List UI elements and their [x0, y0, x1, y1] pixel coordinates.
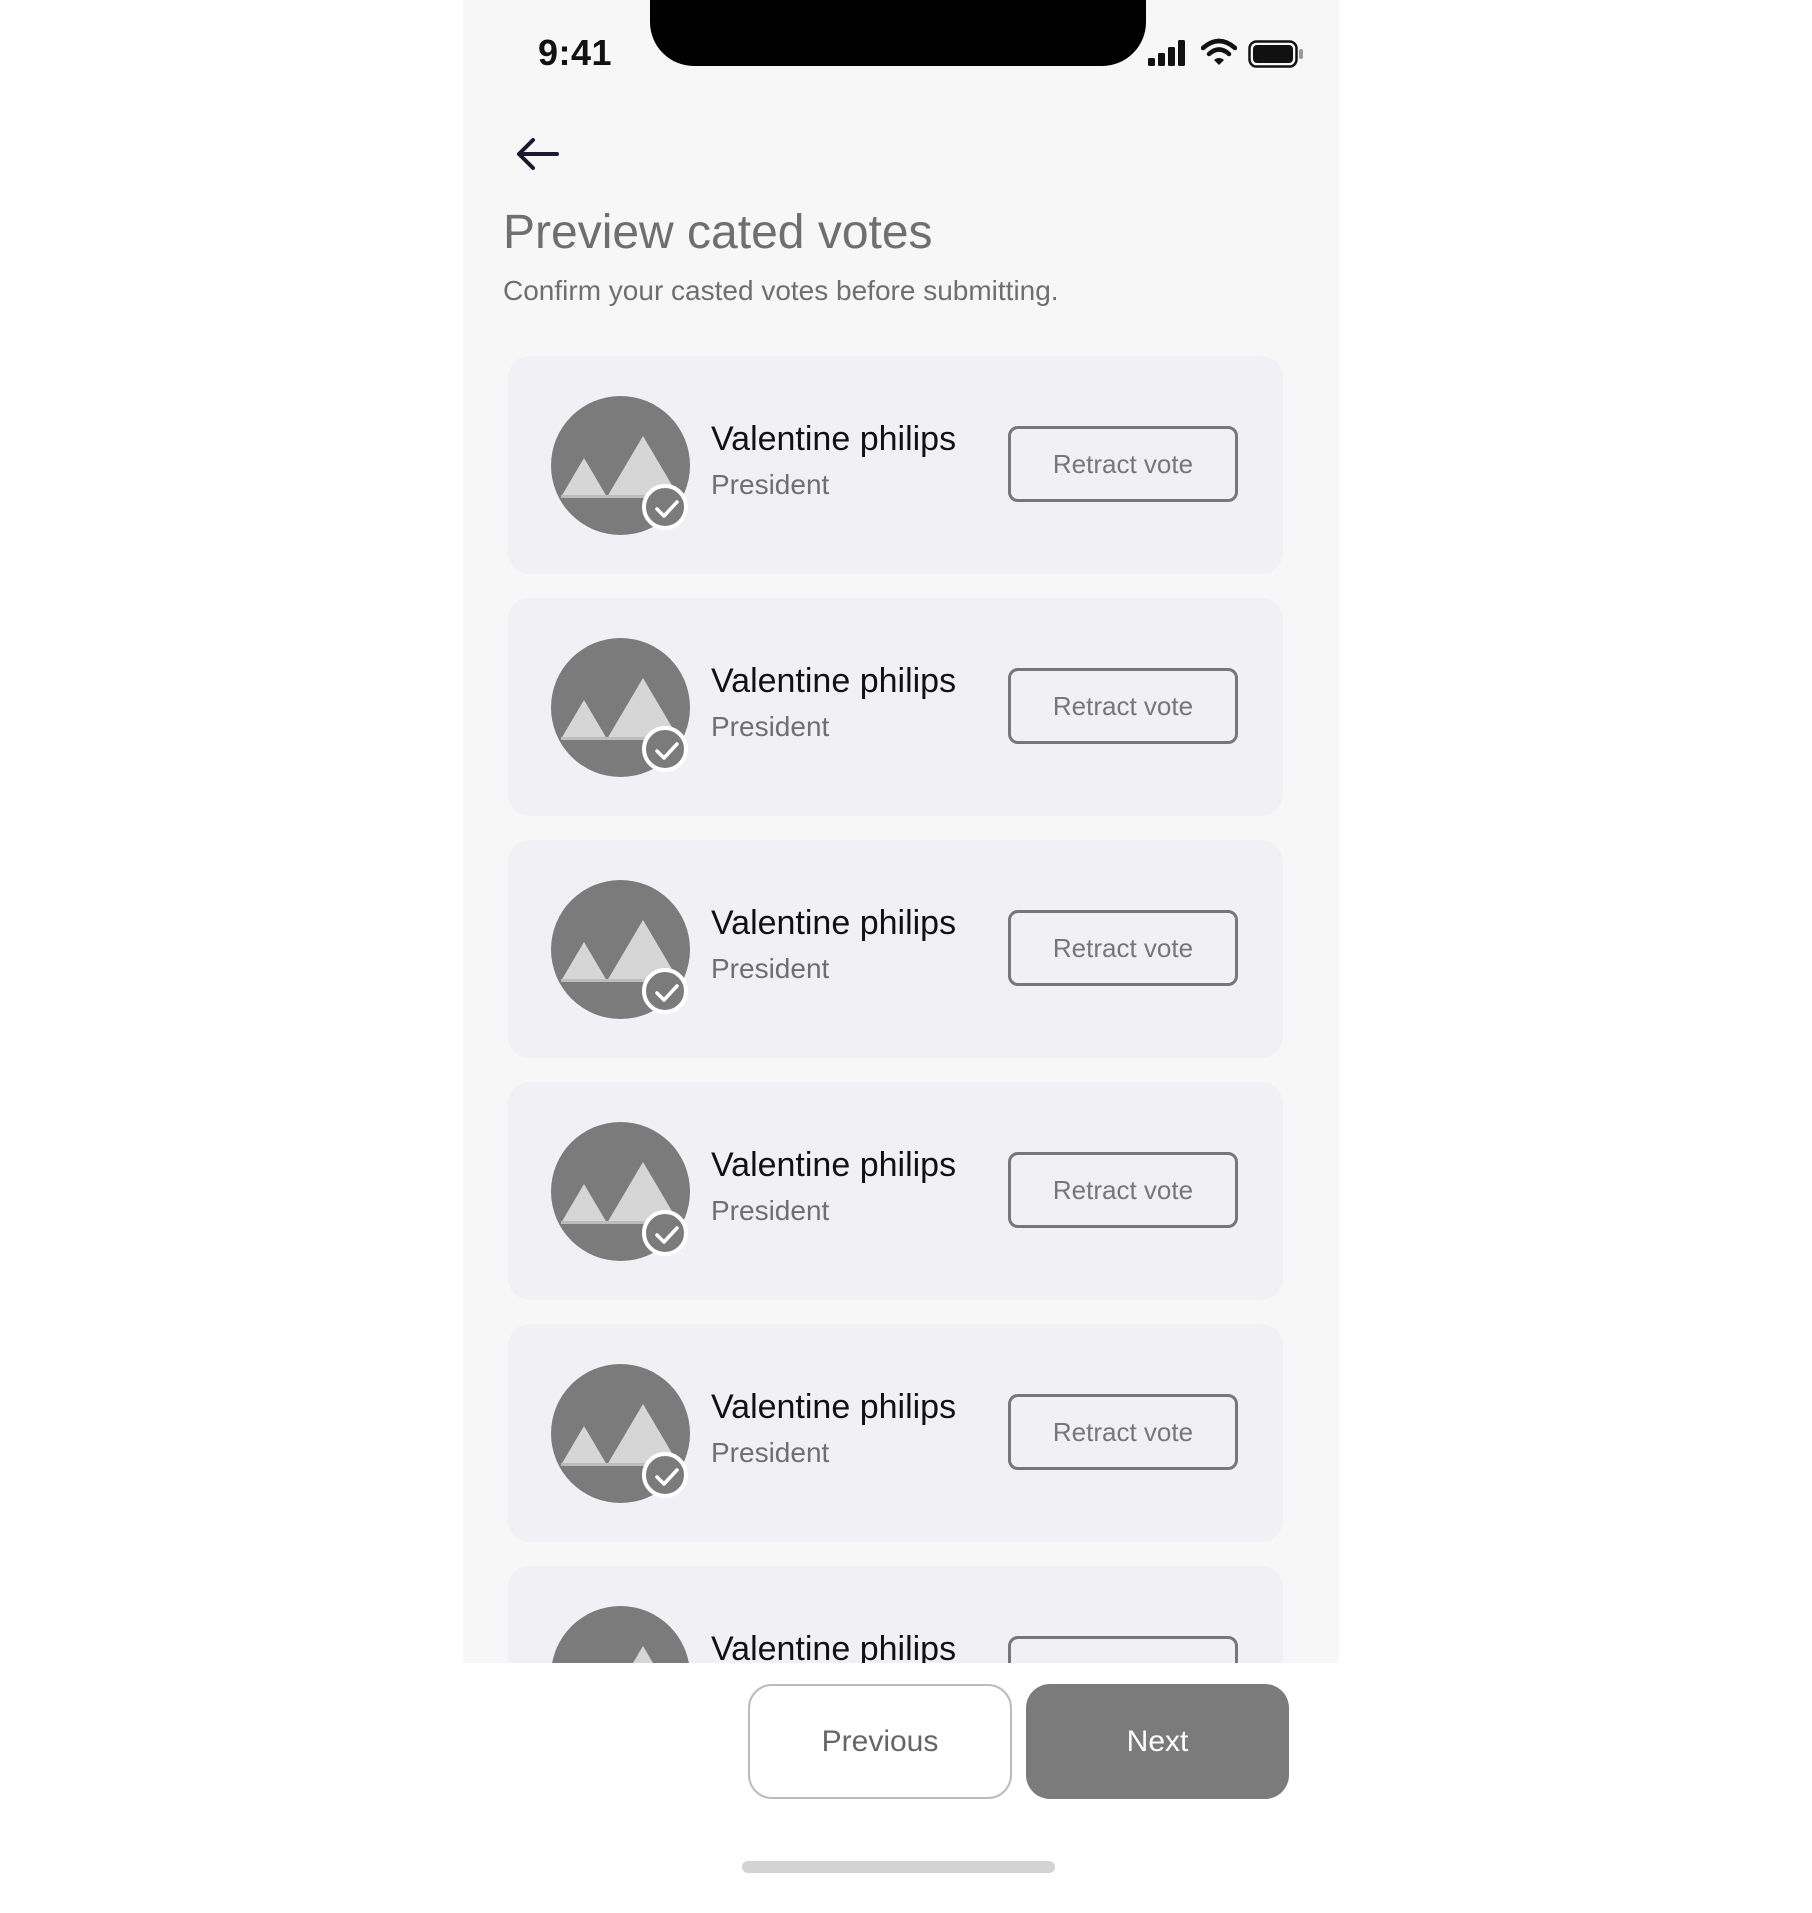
candidate-role: President: [711, 1437, 830, 1468]
device-notch: [650, 0, 1146, 66]
candidate-name: Valentine philips: [711, 904, 957, 942]
page-title: Preview cated votes: [503, 206, 933, 259]
candidate-card: Valentine philips President Retract vote: [508, 1324, 1283, 1542]
retract-vote-button[interactable]: Retract vote: [1008, 1152, 1238, 1228]
candidate-card: Valentine philips President Retract vote: [508, 1566, 1283, 1663]
candidate-name: Valentine philips: [711, 1388, 957, 1426]
candidate-avatar: [551, 1606, 690, 1663]
cellular-signal-icon: [1148, 40, 1188, 66]
image-placeholder-icon: [632, 1646, 654, 1663]
retract-vote-button[interactable]: Retract vote: [1008, 426, 1238, 502]
check-icon: [642, 968, 688, 1014]
candidate-avatar: [551, 1122, 690, 1261]
candidate-role: President: [711, 469, 830, 500]
candidate-name: Valentine philips: [711, 1630, 957, 1663]
retract-vote-button[interactable]: Retract vote: [1008, 668, 1238, 744]
candidate-card: Valentine philips President Retract vote: [508, 356, 1283, 574]
status-bar: 9:41: [463, 0, 1339, 100]
candidate-avatar: [551, 880, 690, 1019]
check-icon: [642, 726, 688, 772]
previous-button[interactable]: Previous: [748, 1684, 1012, 1799]
candidate-role: President: [711, 953, 830, 984]
candidate-name: Valentine philips: [711, 420, 957, 458]
candidate-list[interactable]: Valentine philips President Retract vote…: [463, 340, 1339, 1663]
home-indicator: [742, 1861, 1055, 1873]
battery-icon: [1248, 40, 1303, 68]
candidate-role: President: [711, 1195, 830, 1226]
retract-vote-button[interactable]: Retract vote: [1008, 1394, 1238, 1470]
retract-vote-button[interactable]: Retract vote: [1008, 1636, 1238, 1663]
check-icon: [642, 1210, 688, 1256]
check-icon: [642, 484, 688, 530]
footer-nav: Previous Next: [463, 1663, 1339, 1913]
check-icon: [642, 1452, 688, 1498]
retract-vote-button[interactable]: Retract vote: [1008, 910, 1238, 986]
candidate-role: President: [711, 711, 830, 742]
back-arrow-icon[interactable]: [513, 134, 559, 174]
candidate-avatar: [551, 638, 690, 777]
candidate-card: Valentine philips President Retract vote: [508, 1082, 1283, 1300]
candidate-name: Valentine philips: [711, 1146, 957, 1184]
candidate-card: Valentine philips President Retract vote: [508, 840, 1283, 1058]
page-subtitle: Confirm your casted votes before submitt…: [503, 275, 1059, 306]
status-time: 9:41: [538, 32, 613, 73]
candidate-card: Valentine philips President Retract vote: [508, 598, 1283, 816]
wifi-icon: [1201, 38, 1237, 65]
candidate-avatar: [551, 1364, 690, 1503]
next-button[interactable]: Next: [1026, 1684, 1289, 1799]
candidate-avatar: [551, 396, 690, 535]
candidate-name: Valentine philips: [711, 662, 957, 700]
